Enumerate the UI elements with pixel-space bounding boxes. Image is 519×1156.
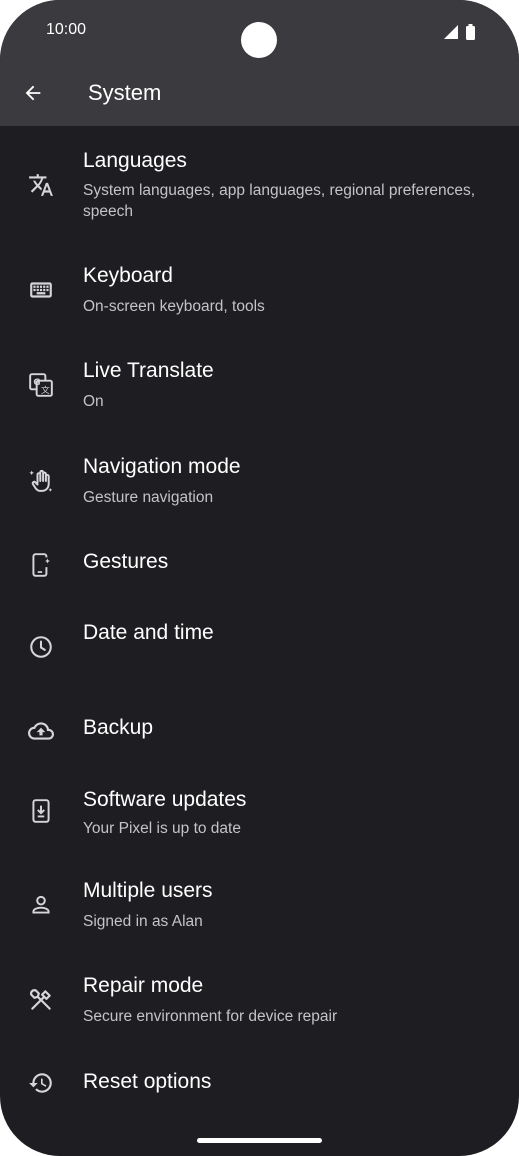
settings-item-navigation-mode[interactable]: Navigation mode Gesture navigation [0,446,519,526]
item-subtitle: Your Pixel is up to date [83,820,241,837]
translate-icon [26,170,56,200]
item-title: Live Translate [83,359,214,382]
system-update-icon [26,796,56,826]
settings-item-software-updates[interactable]: Software updates Your Pixel is up to dat… [0,779,519,854]
keyboard-icon [26,275,56,305]
item-subtitle: System languages, app languages, regiona… [83,182,476,220]
gesture-nav-handle[interactable] [197,1138,322,1143]
gesture-hand-icon [26,466,56,496]
settings-item-multiple-users[interactable]: Multiple users Signed in as Alan [0,870,519,945]
item-title: Multiple users [83,879,213,902]
settings-item-backup[interactable]: Backup [0,706,519,756]
item-title: Reset options [83,1070,212,1093]
cloud-upload-icon [26,716,56,746]
page-title: System [88,80,162,105]
item-title: Languages [83,149,187,172]
settings-item-reset-options[interactable]: Reset options [0,1058,519,1108]
item-subtitle: Secure environment for device repair [83,1008,338,1025]
settings-item-keyboard[interactable]: Keyboard On-screen keyboard, tools [0,255,519,335]
back-button[interactable] [18,78,48,108]
signal-icon [444,25,458,39]
battery-icon [466,24,475,40]
clock-icon [26,632,56,662]
settings-item-live-translate[interactable]: G文 Live Translate On [0,350,519,430]
back-arrow-icon [22,82,44,104]
item-title: Navigation mode [83,455,241,478]
phone-screen: 10:00 System Languages System languages,… [0,0,519,1156]
item-title: Keyboard [83,264,173,287]
item-title: Software updates [83,788,247,811]
top-app-bar: 10:00 System [0,0,519,126]
status-time: 10:00 [46,21,87,38]
repair-tools-icon [26,985,56,1015]
settings-item-languages[interactable]: Languages System languages, app language… [0,140,519,235]
item-title: Gestures [83,550,169,573]
item-subtitle: Gesture navigation [83,489,214,506]
status-icons [444,24,475,40]
settings-item-date-time[interactable]: Date and time [0,612,519,687]
camera-cutout [241,22,277,58]
item-title: Backup [83,716,154,739]
history-reset-icon [26,1068,56,1098]
item-subtitle: Signed in as Alan [83,913,203,930]
item-title: Repair mode [83,974,204,997]
status-bar: 10:00 [0,0,519,60]
settings-item-gestures[interactable]: Gestures [0,540,519,590]
settings-item-repair-mode[interactable]: Repair mode Secure environment for devic… [0,965,519,1040]
phone-gesture-icon [26,550,56,580]
item-title: Date and time [83,621,214,644]
live-translate-icon: G文 [26,370,56,400]
item-subtitle: On-screen keyboard, tools [83,298,265,315]
person-icon [26,890,56,920]
svg-text:G: G [33,378,40,388]
item-subtitle: On [83,393,104,410]
svg-text:文: 文 [41,384,50,396]
